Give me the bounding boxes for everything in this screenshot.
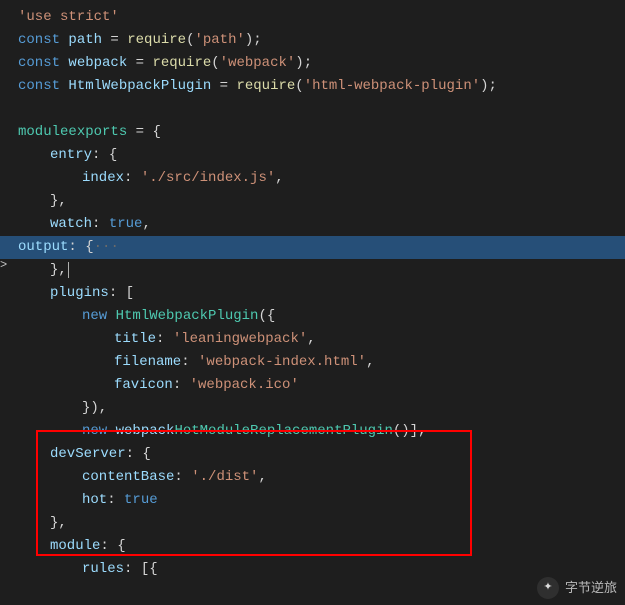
code-line: title: 'leaningwebpack', (18, 328, 625, 351)
code-line: }), (18, 397, 625, 420)
blank-line (18, 98, 625, 121)
code-line: new HtmlWebpackPlugin({ (18, 305, 625, 328)
code-line: filename: 'webpack-index.html', (18, 351, 625, 374)
code-line: }, (18, 190, 625, 213)
code-line: devServer: { (18, 443, 625, 466)
code-line: plugins: [ (18, 282, 625, 305)
code-line: module: { (18, 535, 625, 558)
code-line: index: './src/index.js', (18, 167, 625, 190)
code-line: const path = require('path'); (18, 29, 625, 52)
code-line: rules: [{ (18, 558, 625, 581)
fold-chevron-icon[interactable]: > (0, 254, 7, 277)
code-line: hot: true (18, 489, 625, 512)
code-line: new webpackHotModuleReplacementPlugin()]… (18, 420, 625, 443)
code-line: favicon: 'webpack.ico' (18, 374, 625, 397)
watermark-label: 字节逆旅 (565, 576, 617, 599)
code-line: watch: true, (18, 213, 625, 236)
watermark: ✦ 字节逆旅 (537, 576, 617, 599)
code-line-highlighted: output: {··· (0, 236, 625, 259)
code-editor[interactable]: > 'use strict' const path = require('pat… (0, 0, 625, 581)
wechat-icon: ✦ (537, 577, 559, 599)
code-line: moduleexports = { (18, 121, 625, 144)
code-line: }, (18, 512, 625, 535)
code-line: }, (18, 259, 625, 282)
code-line: const webpack = require('webpack'); (18, 52, 625, 75)
code-line: contentBase: './dist', (18, 466, 625, 489)
code-line: const HtmlWebpackPlugin = require('html-… (18, 75, 625, 98)
code-line: entry: { (18, 144, 625, 167)
code-line: 'use strict' (18, 6, 625, 29)
